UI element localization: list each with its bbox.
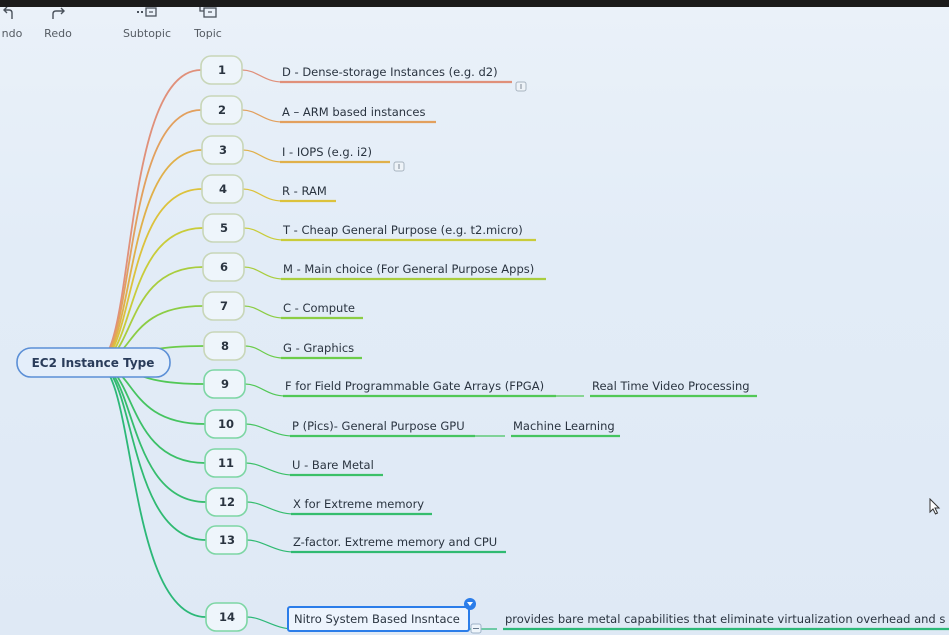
topic-number: 8 (221, 339, 229, 353)
subtopic-connector (246, 616, 294, 630)
subtopic-connector (243, 227, 284, 241)
mindmap-app-window: ndo Redo Subtopic Topic 1 D - Dense-stor… (0, 7, 949, 635)
topic-number: 9 (221, 377, 229, 391)
collapse-handle-icon[interactable] (464, 598, 476, 610)
subtopic-connector (242, 149, 283, 163)
topic-number: 10 (218, 417, 234, 431)
note-icon[interactable] (515, 81, 527, 92)
subtopic-connector (245, 462, 293, 476)
subtopic-connector (242, 188, 283, 202)
topic-label[interactable]: Z-factor. Extreme memory and CPU (293, 535, 497, 549)
topic-nodes: 1 D - Dense-storage Instances (e.g. d2) 2 A… (200, 55, 945, 634)
topic-number-node[interactable]: 14 (205, 602, 248, 632)
topic-label[interactable]: F for Field Programmable Gate Arrays (FP… (285, 379, 544, 393)
topic-label[interactable]: T - Cheap General Purpose (e.g. t2.micro… (282, 223, 523, 237)
topic-number-node[interactable]: 1 (200, 55, 243, 85)
topic-number: 4 (219, 182, 227, 196)
topic-number-node[interactable]: 13 (205, 525, 248, 555)
mindmap-canvas: 1 D - Dense-storage Instances (e.g. d2) 2 A… (16, 55, 949, 634)
subtopic-connector (241, 69, 283, 83)
topic-number-node[interactable]: 7 (202, 291, 245, 321)
subtopic-connector (245, 423, 293, 437)
subtopic-connector (244, 345, 284, 359)
subtopic-connector (246, 501, 294, 515)
mouse-pointer-icon (929, 498, 941, 515)
topic-number: 2 (218, 103, 226, 117)
topic-number-node[interactable]: 9 (203, 369, 246, 399)
topic-label[interactable]: A – ARM based instances (282, 105, 425, 119)
topic-number-node[interactable]: 2 (200, 95, 243, 125)
subtopic-connector (243, 266, 284, 280)
subtopic-connector (244, 383, 286, 397)
child-topic-label[interactable]: Machine Learning (513, 419, 615, 433)
topic-number: 1 (218, 63, 226, 77)
topic-label[interactable]: D - Dense-storage Instances (e.g. d2) (282, 65, 498, 79)
topic-number: 6 (220, 260, 228, 274)
topic-number-node[interactable]: 12 (205, 487, 248, 517)
topic-label[interactable]: U - Bare Metal (292, 458, 374, 472)
topic-label[interactable]: R - RAM (282, 184, 327, 198)
topic-label[interactable]: X for Extreme memory (293, 497, 424, 511)
note-icon[interactable] (393, 161, 405, 172)
topic-number-node[interactable]: 5 (202, 213, 245, 243)
subtopic-connector (243, 305, 284, 319)
topic-label[interactable]: I - IOPS (e.g. i2) (282, 145, 372, 159)
topic-number: 5 (220, 221, 228, 235)
topic-number: 14 (219, 610, 235, 624)
topic-number: 13 (219, 533, 235, 547)
topic-number: 11 (218, 456, 234, 470)
selected-topic[interactable]: Nitro System Based Insntace (287, 606, 470, 632)
topic-number-node[interactable]: 4 (201, 174, 244, 204)
subtopic-connector (241, 109, 283, 123)
topic-number: 12 (219, 495, 235, 509)
topic-number-node[interactable]: 6 (202, 252, 245, 282)
branch-connector (95, 362, 207, 541)
topic-number: 7 (220, 299, 228, 313)
branch-connector (95, 109, 202, 364)
central-topic-label: EC2 Instance Type (32, 356, 155, 370)
topic-number-node[interactable]: 8 (203, 331, 246, 361)
topic-number-node[interactable]: 10 (204, 409, 247, 439)
expand-minus-icon[interactable] (470, 623, 482, 634)
branch-connector (95, 149, 203, 364)
topic-number: 3 (219, 143, 227, 157)
topic-label: Nitro System Based Insntace (294, 612, 460, 626)
topic-label[interactable]: P (Pics)- General Purpose GPU (292, 419, 465, 433)
topic-number-node[interactable]: 11 (204, 448, 247, 478)
topic-number-node[interactable]: 3 (201, 135, 244, 165)
topic-label[interactable]: C - Compute (283, 301, 355, 315)
topic-label[interactable]: G - Graphics (283, 341, 354, 355)
central-topic[interactable]: EC2 Instance Type (16, 347, 171, 378)
child-topic-label[interactable]: provides bare metal capabilities that el… (505, 612, 945, 626)
branch-connector (95, 188, 203, 364)
topic-label[interactable]: M - Main choice (For General Purpose App… (283, 262, 534, 276)
branch-connector (95, 362, 207, 618)
child-topic-label[interactable]: Real Time Video Processing (592, 379, 750, 393)
subtopic-connector (246, 539, 294, 553)
